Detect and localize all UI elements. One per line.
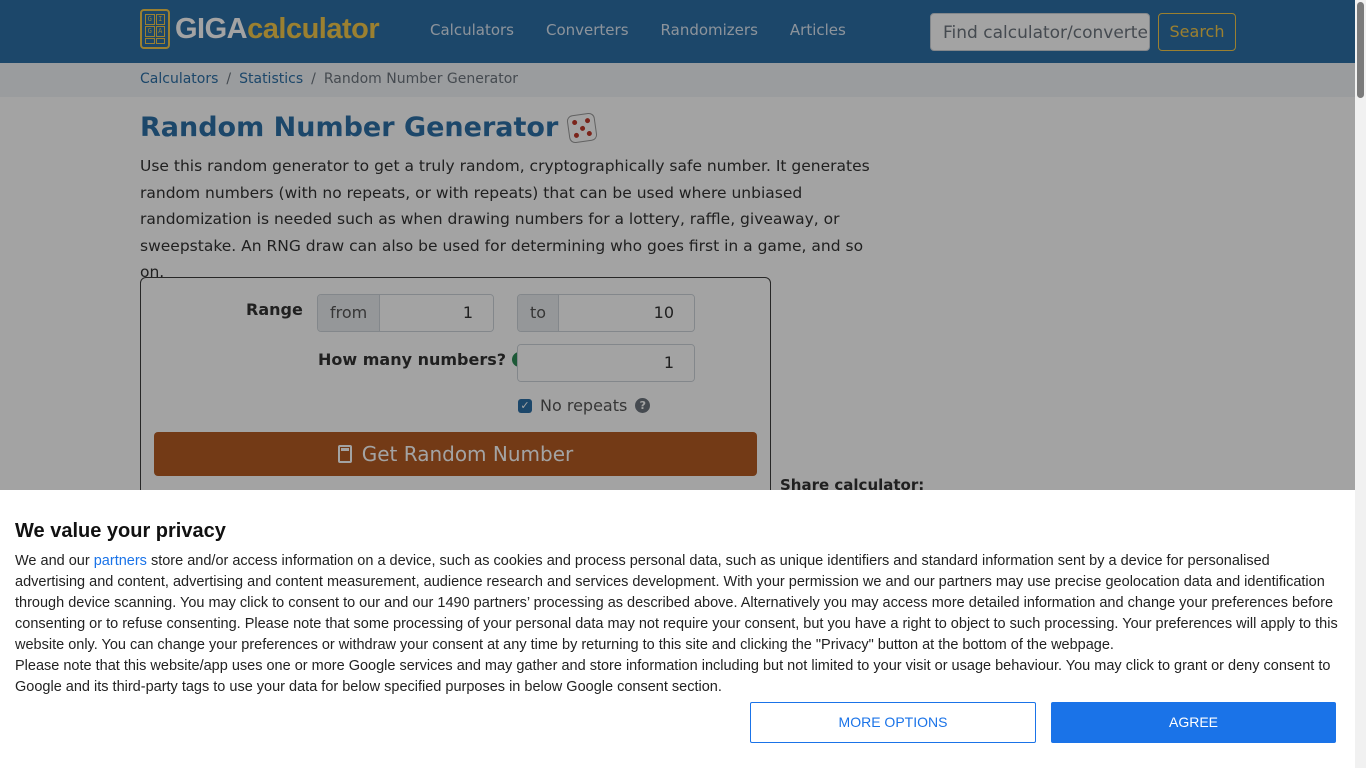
consent-paragraph-1: We and our partners store and/or access … <box>15 551 1340 656</box>
partners-link[interactable]: partners <box>94 553 147 569</box>
consent-text-part: We and our <box>15 553 94 569</box>
consent-text: We and our partners store and/or access … <box>15 551 1340 698</box>
privacy-consent-banner: We value your privacy We and our partner… <box>0 490 1355 768</box>
scrollbar[interactable] <box>1355 0 1366 768</box>
agree-button[interactable]: AGREE <box>1051 702 1336 743</box>
scrollbar-thumb[interactable] <box>1357 2 1364 98</box>
consent-paragraph-2: Please note that this website/app uses o… <box>15 658 1331 695</box>
consent-text-part: store and/or access information on a dev… <box>15 553 1338 653</box>
more-options-button[interactable]: MORE OPTIONS <box>750 702 1036 743</box>
consent-title: We value your privacy <box>15 520 226 542</box>
